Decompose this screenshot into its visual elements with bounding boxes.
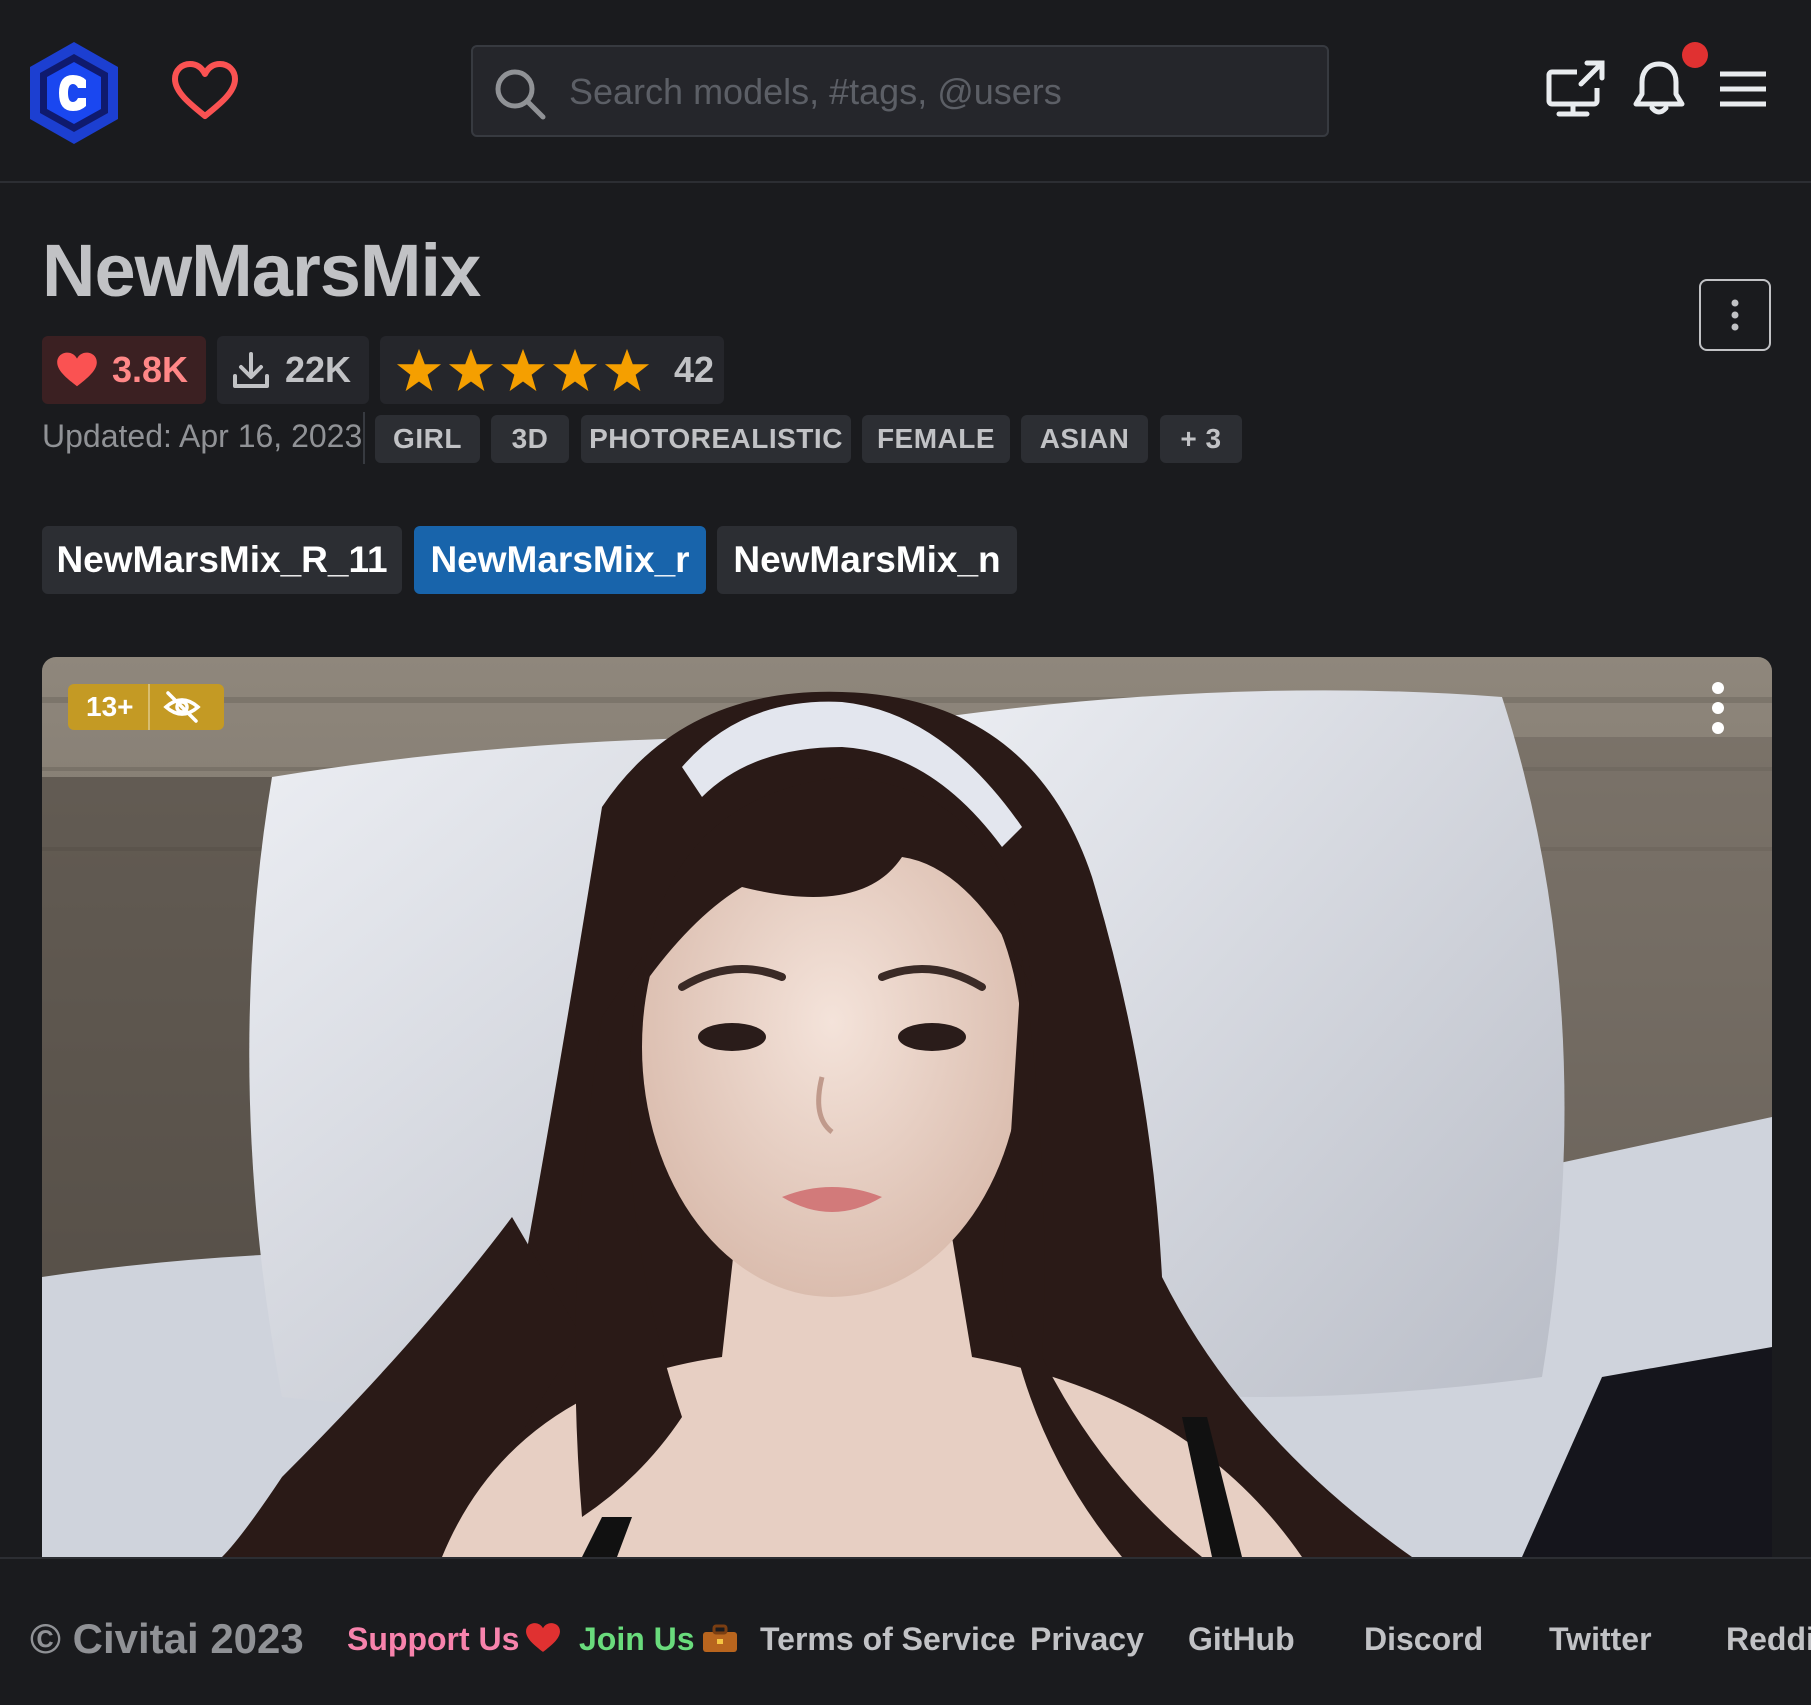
reddit-link[interactable]: Reddit — [1726, 1621, 1811, 1658]
rating-badge[interactable]: 42 — [380, 336, 724, 404]
search-input[interactable] — [567, 47, 1311, 137]
menu-icon[interactable] — [1712, 58, 1774, 120]
star-icon — [448, 348, 494, 392]
divider — [363, 412, 365, 464]
tag-more[interactable]: + 3 — [1160, 415, 1242, 463]
terms-link[interactable]: Terms of Service — [760, 1621, 1016, 1658]
tag-girl[interactable]: GIRL — [375, 415, 480, 463]
star-icon — [396, 348, 442, 392]
updated-date: Updated: Apr 16, 2023 — [42, 418, 363, 454]
top-bar — [0, 0, 1811, 183]
page-title: NewMarsMix — [42, 229, 481, 312]
tag-photorealistic[interactable]: PHOTOREALISTIC — [581, 415, 851, 463]
star-icon — [552, 348, 598, 392]
footer: © Civitai 2023 Support Us Join Us Terms … — [0, 1557, 1811, 1705]
footer-copyright: © Civitai 2023 — [30, 1615, 304, 1662]
model-preview-image[interactable] — [42, 657, 1772, 1557]
likes-count: 3.8K — [112, 349, 189, 390]
twitter-link[interactable]: Twitter — [1549, 1621, 1652, 1658]
version-tab-r[interactable]: NewMarsMix_r — [414, 526, 706, 594]
downloads-badge: 22K — [217, 336, 369, 404]
tag-female[interactable]: FEMALE — [862, 415, 1010, 463]
join-us-label: Join Us — [579, 1621, 695, 1657]
rating-stars — [394, 347, 654, 393]
github-link[interactable]: GitHub — [1188, 1621, 1295, 1658]
heart-filled-icon — [57, 352, 97, 387]
star-icon — [500, 348, 546, 392]
age-rating: 13+ — [68, 684, 150, 730]
tag-3d[interactable]: 3D — [491, 415, 569, 463]
rating-count: 42 — [674, 349, 715, 390]
model-options-button[interactable] — [1699, 279, 1771, 351]
downloads-count: 22K — [285, 349, 352, 390]
bell-icon[interactable] — [1628, 58, 1690, 120]
version-tab-n[interactable]: NewMarsMix_n — [717, 526, 1017, 594]
download-icon — [233, 352, 269, 388]
search-bar[interactable] — [471, 45, 1329, 137]
discord-link[interactable]: Discord — [1364, 1621, 1483, 1658]
briefcase-emoji-icon — [702, 1624, 737, 1652]
dots-vertical-icon — [1731, 299, 1739, 331]
version-tab-r11[interactable]: NewMarsMix_R_11 — [42, 526, 402, 594]
search-icon — [495, 69, 546, 120]
preview-image-illustration — [42, 657, 1772, 1557]
likes-badge[interactable]: 3.8K — [42, 336, 206, 404]
civitai-logo[interactable] — [26, 40, 122, 146]
content-rating-badge[interactable]: 13+ — [68, 684, 224, 730]
heart-emoji-icon — [526, 1623, 561, 1652]
support-us-label: Support Us — [347, 1621, 520, 1657]
support-us-link[interactable]: Support Us — [347, 1621, 561, 1658]
notification-dot — [1682, 42, 1708, 68]
monitor-upload-icon[interactable] — [1545, 58, 1607, 120]
eye-off-icon — [162, 691, 201, 723]
privacy-link[interactable]: Privacy — [1030, 1621, 1144, 1658]
join-us-link[interactable]: Join Us — [579, 1621, 739, 1658]
star-icon — [604, 348, 650, 392]
image-options-icon[interactable] — [1700, 678, 1736, 738]
heart-icon[interactable] — [170, 60, 240, 122]
tag-asian[interactable]: ASIAN — [1021, 415, 1148, 463]
